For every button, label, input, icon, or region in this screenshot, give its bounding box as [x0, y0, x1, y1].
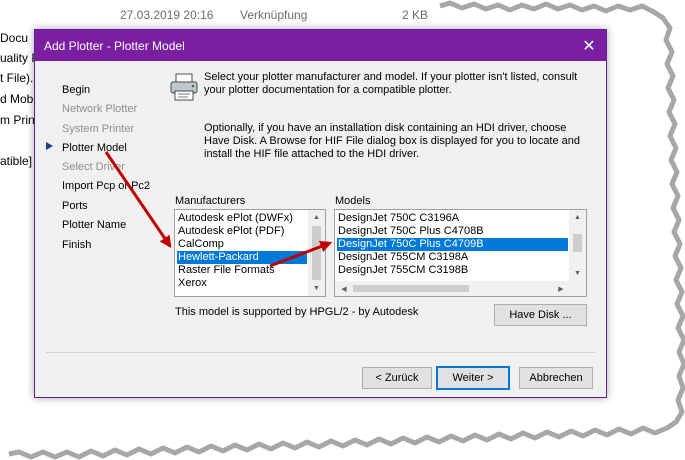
torn-paper-border	[8, 0, 685, 460]
